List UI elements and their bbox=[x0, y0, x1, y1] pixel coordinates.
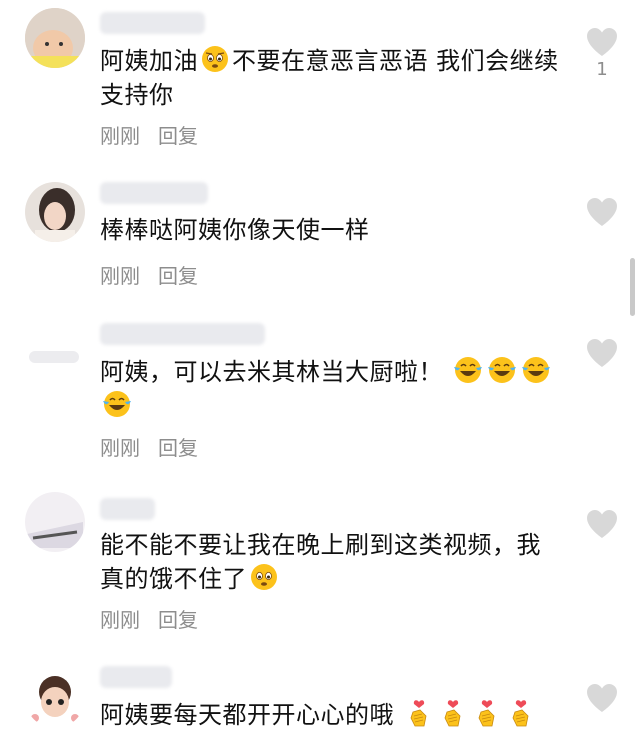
reply-button[interactable]: 回复 bbox=[158, 120, 198, 149]
heart-icon[interactable] bbox=[585, 26, 619, 58]
laughing-tears-emoji bbox=[454, 357, 483, 383]
laughing-tears-emoji bbox=[488, 357, 517, 383]
avatar-image bbox=[25, 492, 85, 552]
username[interactable] bbox=[100, 323, 265, 345]
worried-face-emoji bbox=[251, 564, 277, 590]
comment-text: 阿姨，可以去米其林当大厨啦！ bbox=[100, 355, 560, 423]
timestamp: 刚刚 bbox=[100, 264, 140, 288]
comment-text-part: 能不能不要让我在晚上刷到这类视频，我真的饿不住了 bbox=[100, 531, 541, 593]
avatar-image bbox=[25, 325, 85, 385]
finger-heart-emoji bbox=[478, 700, 495, 727]
avatar-image bbox=[25, 182, 85, 242]
comment-text-part: 阿姨加油 bbox=[100, 47, 198, 75]
username[interactable] bbox=[100, 498, 155, 520]
comment-actions: 刚刚 回复 bbox=[100, 432, 198, 461]
comment-item: 阿姨，可以去米其林当大厨啦！ 刚刚 回复 bbox=[0, 315, 640, 490]
avatar[interactable] bbox=[25, 182, 85, 242]
comment-text: 阿姨要每天都开开心心的哦 bbox=[100, 698, 560, 732]
worried-face-emoji bbox=[202, 46, 228, 72]
username[interactable] bbox=[100, 12, 205, 34]
username[interactable] bbox=[100, 182, 208, 204]
timestamp: 刚刚 bbox=[100, 608, 140, 632]
reply-button[interactable]: 回复 bbox=[158, 604, 198, 633]
avatar[interactable] bbox=[25, 668, 85, 728]
comment-text: 棒棒哒阿姨你像天使一样 bbox=[100, 216, 370, 244]
laughing-tears-emoji bbox=[522, 357, 551, 383]
comment-item: 阿姨加油 不要在意恶言恶语 我们会继续支持你 刚刚 回复 1 bbox=[0, 0, 640, 160]
timestamp: 刚刚 bbox=[100, 436, 140, 460]
comment-item: 能不能不要让我在晚上刷到这类视频，我真的饿不住了 刚刚 回复 bbox=[0, 490, 640, 660]
comment-actions: 刚刚 回复 bbox=[100, 604, 198, 633]
avatar[interactable] bbox=[25, 325, 85, 385]
avatar[interactable] bbox=[25, 492, 85, 552]
comment-text-part: 阿姨要每天都开开心心的哦 bbox=[100, 701, 394, 729]
heart-icon[interactable] bbox=[585, 196, 619, 228]
finger-heart-emoji bbox=[512, 700, 529, 727]
avatar-image bbox=[25, 8, 85, 68]
comment-actions: 刚刚 回复 bbox=[100, 120, 198, 149]
avatar[interactable] bbox=[25, 8, 85, 68]
heart-icon[interactable] bbox=[585, 508, 619, 540]
comment-actions: 刚刚 回复 bbox=[100, 260, 198, 289]
reply-button[interactable]: 回复 bbox=[158, 260, 198, 289]
laughing-tears-emoji bbox=[103, 391, 131, 417]
username[interactable] bbox=[100, 666, 172, 688]
comment-item: 棒棒哒阿姨你像天使一样 刚刚 回复 bbox=[0, 160, 640, 315]
heart-icon[interactable] bbox=[585, 337, 619, 369]
heart-icon[interactable] bbox=[585, 682, 619, 714]
scrollbar[interactable] bbox=[630, 258, 635, 316]
reply-button[interactable]: 回复 bbox=[158, 432, 198, 461]
avatar-image bbox=[25, 668, 85, 728]
comment-text: 能不能不要让我在晚上刷到这类视频，我真的饿不住了 bbox=[100, 528, 560, 596]
comment-item: 阿姨要每天都开开心心的哦 bbox=[0, 660, 640, 734]
finger-heart-emoji bbox=[410, 700, 427, 727]
comment-text-part: 阿姨，可以去米其林当大厨啦！ bbox=[100, 358, 443, 386]
like-count: 1 bbox=[596, 59, 608, 80]
timestamp: 刚刚 bbox=[100, 124, 140, 148]
finger-heart-emoji bbox=[444, 700, 461, 727]
comment-text: 阿姨加油 不要在意恶言恶语 我们会继续支持你 bbox=[100, 44, 560, 112]
